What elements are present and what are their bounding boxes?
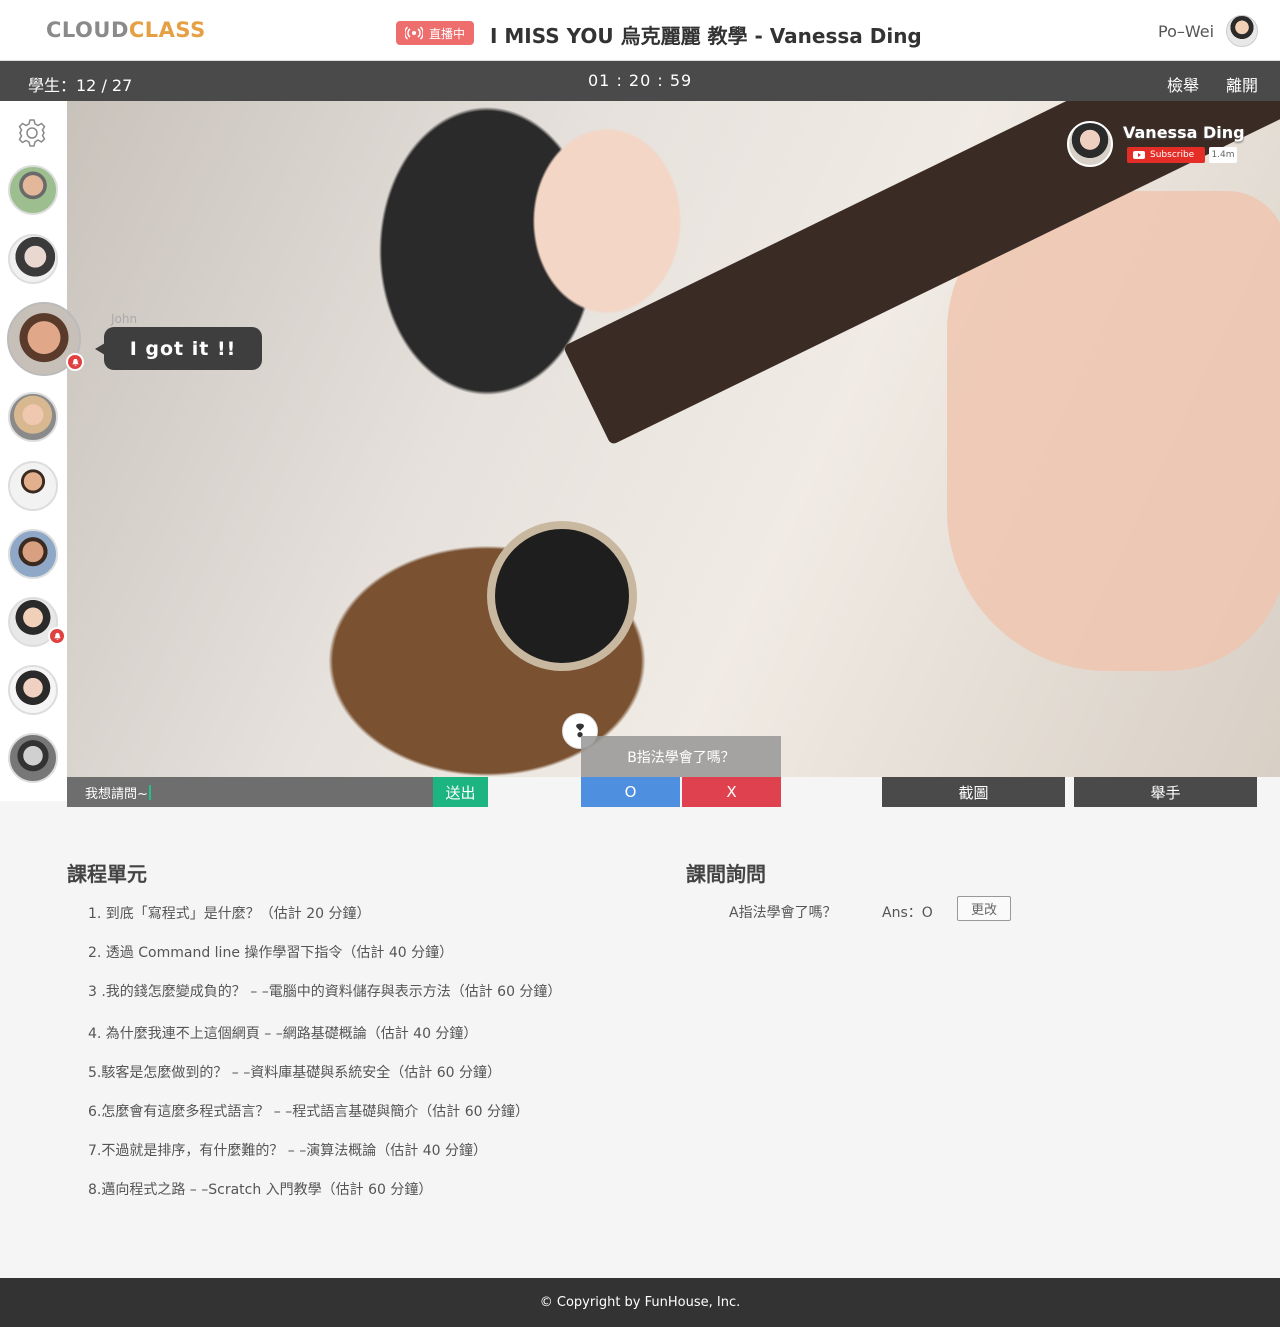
message-input[interactable]: 我想請問~ — [67, 777, 433, 807]
student-avatar[interactable] — [8, 733, 58, 783]
live-badge: 直播中 — [396, 21, 474, 45]
text-caret — [148, 784, 151, 800]
report-button[interactable]: 檢舉 — [1167, 72, 1199, 96]
copyright-text: © Copyright by FunHouse, Inc. — [539, 1295, 741, 1310]
unit-item[interactable]: 4. 為什麼我連不上這個網頁 – –網路基礎概論（估計 40 分鐘） — [88, 1023, 477, 1043]
logo[interactable]: CLOUDCLASS — [46, 18, 206, 42]
subscribe-label: Subscribe — [1150, 150, 1195, 160]
class-timer: 01 : 20 : 59 — [588, 71, 693, 90]
footer: © Copyright by FunHouse, Inc. — [0, 1278, 1280, 1327]
chat-bubble: I got it !! — [95, 327, 262, 370]
logo-class-text: CLASS — [128, 18, 206, 42]
unit-item[interactable]: 5.駭客是怎麼做到的？ – –資料庫基礎與系統安全（估計 60 分鐘） — [88, 1062, 501, 1082]
unit-item[interactable]: 3 .我的錢怎麼變成負的？ – –電腦中的資料儲存與表示方法（估計 60 分鐘） — [88, 981, 561, 1001]
answer-o-button[interactable]: O — [581, 777, 680, 807]
inquiry-question: A指法學會了嗎？ — [729, 905, 837, 921]
screenshot-button[interactable]: 截圖 — [882, 777, 1065, 807]
leave-button[interactable]: 離開 — [1226, 72, 1258, 96]
subscribe-button[interactable]: Subscribe — [1127, 147, 1205, 163]
bell-icon — [48, 627, 66, 645]
broadcast-icon — [404, 26, 423, 40]
send-button[interactable]: 送出 — [433, 777, 488, 807]
answer-x-button[interactable]: X — [682, 777, 781, 807]
student-count: 學生：12 / 27 — [28, 76, 133, 95]
channel-name: Vanessa Ding — [1123, 123, 1245, 142]
video-hand-shape — [947, 191, 1280, 671]
top-header: CLOUDCLASS 直播中 I MISS YOU 烏克麗麗 教學 - Vane… — [0, 0, 1280, 61]
page-title: I MISS YOU 烏克麗麗 教學 - Vanessa Ding — [490, 24, 922, 48]
unit-item[interactable]: 7.不過就是排序，有什麼難的？ – –演算法概論（估計 40 分鐘） — [88, 1140, 487, 1160]
unit-item[interactable]: 8.邁向程式之路 – –Scratch 入門教學（估計 60 分鐘） — [88, 1179, 432, 1199]
status-bar: 學生：12 / 27 01 : 20 : 59 檢舉 離開 — [0, 61, 1280, 101]
student-avatar[interactable] — [8, 392, 58, 442]
unit-item[interactable]: 2. 透過 Command line 操作學習下指令（估計 40 分鐘） — [88, 942, 453, 962]
unit-item[interactable]: 1. 到底「寫程式」是什麼？（估計 20 分鐘） — [88, 903, 371, 923]
quiz-question: B指法學會了嗎？ — [581, 736, 781, 777]
subscriber-count: 1.4m — [1209, 147, 1237, 163]
live-badge-label: 直播中 — [428, 26, 465, 41]
inquiry-title: 課間詢問 — [686, 862, 766, 886]
username[interactable]: Po–Wei — [1158, 22, 1214, 41]
message-input-value: 我想請問~ — [85, 786, 148, 802]
gear-icon[interactable] — [16, 117, 48, 149]
channel-overlay: Vanessa Ding Subscribe 1.4m — [1067, 121, 1257, 169]
logo-cloud-text: CLOUD — [46, 18, 129, 42]
channel-avatar — [1067, 121, 1113, 167]
student-avatar[interactable] — [8, 461, 58, 511]
student-avatar[interactable] — [8, 665, 58, 715]
bell-icon — [66, 353, 84, 371]
video-ukulele-soundhole — [487, 521, 637, 671]
live-video: Vanessa Ding Subscribe 1.4m — [67, 101, 1280, 777]
change-answer-button[interactable]: 更改 — [957, 896, 1011, 921]
unit-item[interactable]: 6.怎麼會有這麼多程式語言？ – –程式語言基礎與簡介（估計 60 分鐘） — [88, 1101, 529, 1121]
student-avatar[interactable] — [8, 234, 58, 284]
control-bar: 我想請問~ 送出 O X 截圖 舉手 — [0, 777, 1280, 807]
play-icon — [1133, 151, 1145, 159]
bubble-sender-name: John — [111, 312, 138, 326]
inquiry-answer: Ans：O — [882, 905, 933, 921]
units-title: 課程單元 — [67, 862, 147, 886]
student-avatar[interactable] — [8, 529, 58, 579]
raise-hand-button[interactable]: 舉手 — [1074, 777, 1257, 807]
user-avatar[interactable] — [1226, 15, 1258, 47]
student-avatar[interactable] — [8, 165, 58, 215]
